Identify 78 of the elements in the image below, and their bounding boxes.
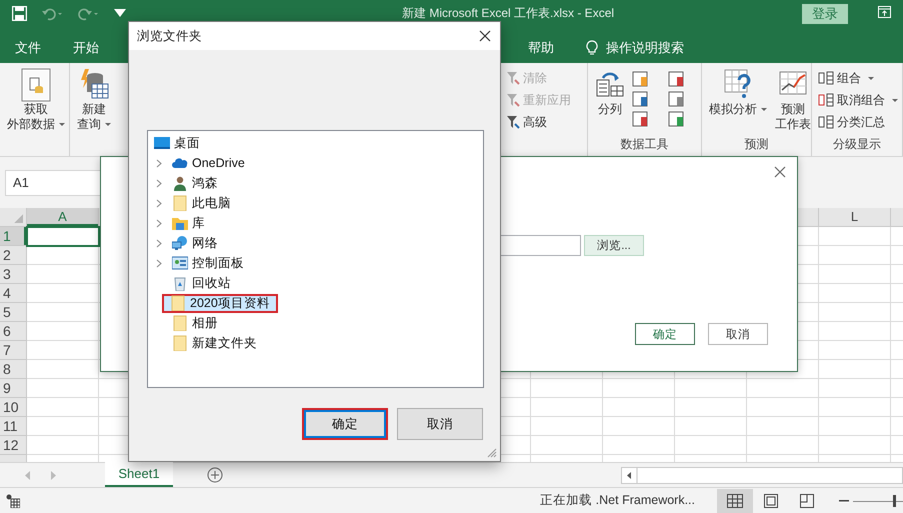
grid-view-icon <box>727 494 743 508</box>
ribbon-display-icon[interactable] <box>878 6 891 18</box>
active-cell[interactable] <box>26 226 100 247</box>
sheet-tab[interactable]: Sheet1 <box>105 462 173 487</box>
group-icon <box>818 115 834 129</box>
recycle-bin-icon <box>172 275 188 291</box>
folder-icon <box>172 315 188 331</box>
status-message: 正在加载 .Net Framework... <box>540 492 695 509</box>
dialog-button[interactable]: 确定 <box>302 408 388 440</box>
outline-button[interactable]: 组合 <box>818 67 898 89</box>
chevron-icon <box>156 238 162 248</box>
dialog-button[interactable]: 取消 <box>708 323 768 345</box>
network-icon <box>172 235 188 251</box>
filter-icon <box>506 71 520 85</box>
new-query-button[interactable]: 新建 查询 <box>76 67 112 133</box>
tell-me-search[interactable]: 操作说明搜索 <box>586 39 684 57</box>
folder-tree-item[interactable]: 桌面 <box>150 134 206 152</box>
dialog-button[interactable]: 取消 <box>397 408 483 440</box>
window-title: 新建 Microsoft Excel 工作表.xlsx - Excel <box>402 6 614 20</box>
ungroup-icon <box>818 93 834 107</box>
text-to-columns-button[interactable]: 分列 <box>594 67 626 118</box>
filter-button[interactable]: 高级 <box>506 111 581 133</box>
folder-tree-item[interactable]: 回收站 <box>168 274 237 292</box>
control-panel-icon <box>172 255 188 271</box>
menu-tab[interactable]: 开始 <box>73 39 99 57</box>
ribbon-group-label: 预测 <box>744 137 770 153</box>
dialog-title: 浏览文件夹 <box>137 28 202 44</box>
menu-tab[interactable]: 文件 <box>15 39 41 57</box>
forecast-button[interactable]: 预测 工作表 <box>774 67 812 133</box>
customize-caret-icon[interactable] <box>113 8 127 20</box>
row-header[interactable]: 1 <box>0 227 26 246</box>
resize-grip-icon[interactable] <box>487 448 497 458</box>
login-button[interactable]: 登录 <box>802 4 848 24</box>
chevron-icon <box>156 258 162 268</box>
folder-icon <box>172 195 188 211</box>
forecast-button[interactable]: 模拟分析 <box>708 67 768 118</box>
chevron-icon <box>156 218 162 228</box>
folder-tree-item[interactable]: OneDrive <box>168 154 251 172</box>
desktop-icon <box>154 135 170 151</box>
name-box[interactable]: A1 <box>5 170 101 196</box>
folder-tree-item[interactable]: 控制面板 <box>168 254 250 272</box>
zoom-thumb[interactable] <box>893 494 896 506</box>
chevron-icon <box>156 158 162 168</box>
ribbon-group-label: 分级显示 <box>832 137 882 153</box>
filter-icon <box>506 93 520 107</box>
view-button[interactable] <box>717 488 753 512</box>
menu-tab[interactable]: 帮助 <box>528 39 554 57</box>
add-sheet-icon[interactable] <box>207 467 223 483</box>
folder-tree-item[interactable]: 网络 <box>168 234 224 252</box>
close-icon <box>774 166 786 178</box>
get-data-button[interactable]: 获取 外部数据 <box>6 67 66 133</box>
ribbon-group-label: 数据工具 <box>620 137 670 153</box>
dialog-button[interactable]: 确定 <box>635 323 695 345</box>
outline-button[interactable]: 分类汇总 <box>818 111 898 133</box>
macro-icon[interactable] <box>6 494 20 508</box>
page-view-icon <box>764 494 778 508</box>
lightbulb-icon <box>586 40 598 56</box>
folder-icon <box>170 295 186 311</box>
person-icon <box>172 175 188 191</box>
folder-tree-item[interactable]: 鸿森 <box>168 174 224 192</box>
folder-tree-item[interactable]: 新建文件夹 <box>168 334 263 352</box>
folder-tree-item[interactable]: 此电脑 <box>168 194 237 212</box>
save-icon[interactable] <box>12 6 27 21</box>
filter-icon <box>506 115 520 129</box>
close-icon <box>479 30 491 42</box>
folder-icon <box>172 335 188 351</box>
group-icon <box>818 71 834 85</box>
chevron-icon <box>156 178 162 188</box>
folder-tree-item[interactable]: 2020项目资料 <box>162 294 278 312</box>
page-break-view-icon <box>800 494 814 508</box>
folder-tree-item[interactable]: 库 <box>168 214 211 232</box>
column-header[interactable]: A <box>27 208 99 226</box>
folder-tree-item[interactable]: 相册 <box>168 314 224 332</box>
browse-button[interactable]: 浏览... <box>584 235 644 256</box>
library-icon <box>172 215 188 231</box>
chevron-icon <box>156 198 162 208</box>
outline-button[interactable]: 取消组合 <box>818 89 898 111</box>
document-database-icon <box>21 68 51 102</box>
